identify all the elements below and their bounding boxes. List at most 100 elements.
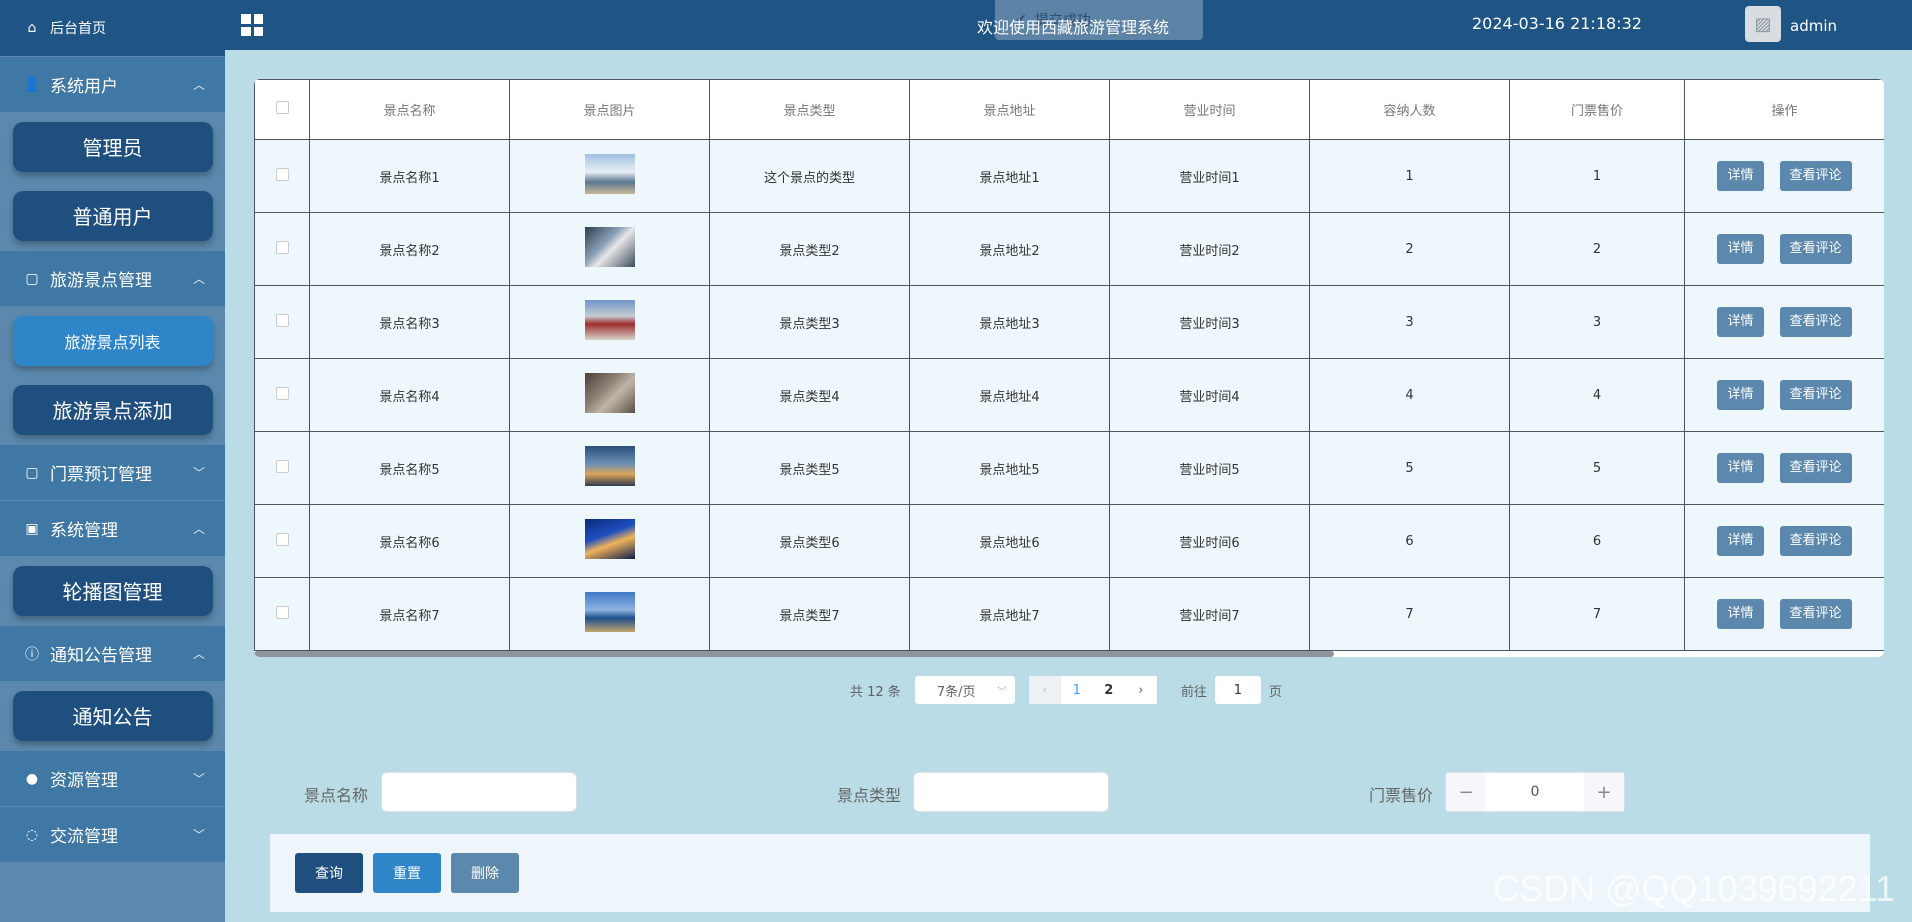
sidebar-group-system-users[interactable]: 👤 系统用户 ︿ xyxy=(0,56,225,112)
page-1-button[interactable]: 1 xyxy=(1060,676,1093,704)
chevron-down-icon: ﹀ xyxy=(192,828,205,842)
page-size-value: 7条/页 xyxy=(936,684,976,700)
row-checkbox[interactable] xyxy=(275,167,289,181)
sidebar-group-resources[interactable]: ● 资源管理 ﹀ xyxy=(0,750,225,806)
sidebar-group-label: 通知公告管理 xyxy=(50,646,152,666)
sidebar-group-label: 系统管理 xyxy=(50,521,118,541)
cell-type: 景点类型4 xyxy=(709,358,910,432)
page-size-select[interactable]: 7条/页 ﹀ xyxy=(914,676,1015,704)
sidebar-group-tickets[interactable]: ▢ 门票预订管理 ﹀ xyxy=(0,444,225,500)
cell-price: 3 xyxy=(1509,285,1685,359)
sidebar-item-attraction-list[interactable]: 旅游景点列表 xyxy=(12,315,213,366)
attraction-thumbnail[interactable] xyxy=(584,446,635,486)
type-filter-input[interactable] xyxy=(913,772,1109,812)
image-icon: ▣ xyxy=(25,520,39,537)
row-select-cell xyxy=(254,285,310,359)
sidebar-home[interactable]: ⌂ 后台首页 xyxy=(0,0,225,56)
view-reviews-button[interactable]: 查看评论 xyxy=(1779,380,1852,410)
sidebar-item-admin[interactable]: 管理员 xyxy=(12,121,213,172)
cell-image xyxy=(509,504,710,578)
pagination: 共 12 条 7条/页 ﹀ ‹ 1 2 › 前往 1 页 xyxy=(850,676,1282,704)
cell-hours: 营业时间2 xyxy=(1109,212,1310,286)
attraction-thumbnail[interactable] xyxy=(584,154,635,194)
row-checkbox[interactable] xyxy=(275,605,289,619)
detail-button[interactable]: 详情 xyxy=(1717,453,1764,483)
cell-price: 5 xyxy=(1509,431,1685,505)
goto-page-input[interactable]: 1 xyxy=(1214,676,1261,704)
sidebar-group-system[interactable]: ▣ 系统管理 ︿ xyxy=(0,500,225,556)
cell-name: 景点名称6 xyxy=(309,504,510,578)
row-select-cell xyxy=(254,577,310,651)
sidebar-group-attractions[interactable]: ▢ 旅游景点管理 ︿ xyxy=(0,250,225,306)
grid-menu-icon[interactable] xyxy=(241,14,263,36)
detail-button[interactable]: 详情 xyxy=(1717,599,1764,629)
column-header: 容纳人数 xyxy=(1309,79,1510,140)
view-reviews-button[interactable]: 查看评论 xyxy=(1779,161,1852,191)
avatar[interactable]: ▨ xyxy=(1745,6,1781,42)
cell-actions: 详情 查看评论 xyxy=(1684,431,1884,505)
reset-button[interactable]: 重置 xyxy=(373,853,441,893)
attraction-thumbnail[interactable] xyxy=(584,592,635,632)
goto-suffix: 页 xyxy=(1268,684,1282,700)
cell-address: 景点地址6 xyxy=(909,504,1110,578)
attraction-thumbnail[interactable] xyxy=(584,373,635,413)
cell-type: 景点类型5 xyxy=(709,431,910,505)
attraction-thumbnail[interactable] xyxy=(584,519,635,559)
sidebar-group-exchange[interactable]: ◌ 交流管理 ﹀ xyxy=(0,806,225,862)
detail-button[interactable]: 详情 xyxy=(1717,307,1764,337)
row-checkbox[interactable] xyxy=(275,532,289,546)
detail-button[interactable]: 详情 xyxy=(1717,526,1764,556)
sidebar-group-notice[interactable]: ⓘ 通知公告管理 ︿ xyxy=(0,625,225,681)
cell-address: 景点地址1 xyxy=(909,139,1110,213)
table-row: 景点名称3 景点类型3 景点地址3 营业时间3 3 3 详情 查看评论 xyxy=(254,285,1884,359)
username[interactable]: admin xyxy=(1790,17,1837,35)
cell-name: 景点名称2 xyxy=(309,212,510,286)
view-reviews-button[interactable]: 查看评论 xyxy=(1779,526,1852,556)
goto-prefix: 前往 xyxy=(1180,684,1207,700)
view-reviews-button[interactable]: 查看评论 xyxy=(1779,307,1852,337)
row-checkbox[interactable] xyxy=(275,313,289,327)
attraction-thumbnail[interactable] xyxy=(584,227,635,267)
detail-button[interactable]: 详情 xyxy=(1717,161,1764,191)
increment-button[interactable]: + xyxy=(1584,773,1624,811)
delete-button[interactable]: 删除 xyxy=(451,853,519,893)
row-checkbox[interactable] xyxy=(275,240,289,254)
sidebar-item-normal-user[interactable]: 普通用户 xyxy=(12,190,213,241)
horizontal-scrollbar[interactable] xyxy=(254,651,1334,657)
row-checkbox[interactable] xyxy=(275,459,289,473)
view-reviews-button[interactable]: 查看评论 xyxy=(1779,234,1852,264)
cell-address: 景点地址2 xyxy=(909,212,1110,286)
cell-hours: 营业时间4 xyxy=(1109,358,1310,432)
detail-button[interactable]: 详情 xyxy=(1717,380,1764,410)
cell-capacity: 3 xyxy=(1309,285,1510,359)
decrement-button[interactable]: − xyxy=(1446,773,1486,811)
cell-address: 景点地址5 xyxy=(909,431,1110,505)
name-filter-input[interactable] xyxy=(381,772,577,812)
cell-name: 景点名称5 xyxy=(309,431,510,505)
sidebar-group-label: 系统用户 xyxy=(50,77,118,97)
cell-name: 景点名称7 xyxy=(309,577,510,651)
view-reviews-button[interactable]: 查看评论 xyxy=(1779,453,1852,483)
next-page-button[interactable]: › xyxy=(1124,676,1157,704)
view-reviews-button[interactable]: 查看评论 xyxy=(1779,599,1852,629)
cell-address: 景点地址7 xyxy=(909,577,1110,651)
sidebar-item-attraction-add[interactable]: 旅游景点添加 xyxy=(12,384,213,435)
cell-actions: 详情 查看评论 xyxy=(1684,139,1884,213)
table-row: 景点名称4 景点类型4 景点地址4 营业时间4 4 4 详情 查看评论 xyxy=(254,358,1884,432)
query-button[interactable]: 查询 xyxy=(295,853,363,893)
attraction-thumbnail[interactable] xyxy=(584,300,635,340)
cell-hours: 营业时间5 xyxy=(1109,431,1310,505)
chevron-down-icon: ﹀ xyxy=(192,772,205,786)
prev-page-button[interactable]: ‹ xyxy=(1028,676,1061,704)
sidebar-item-notice[interactable]: 通知公告 xyxy=(12,690,213,741)
cell-price: 1 xyxy=(1509,139,1685,213)
detail-button[interactable]: 详情 xyxy=(1717,234,1764,264)
sidebar-item-carousel[interactable]: 轮播图管理 xyxy=(12,565,213,616)
row-select-cell xyxy=(254,504,310,578)
page-2-button[interactable]: 2 xyxy=(1092,676,1125,704)
clock-text: 2024-03-16 21:18:32 xyxy=(1472,14,1642,33)
price-stepper-value[interactable]: 0 xyxy=(1486,773,1584,811)
select-all-checkbox[interactable] xyxy=(275,101,289,114)
cell-price: 2 xyxy=(1509,212,1685,286)
row-checkbox[interactable] xyxy=(275,386,289,400)
